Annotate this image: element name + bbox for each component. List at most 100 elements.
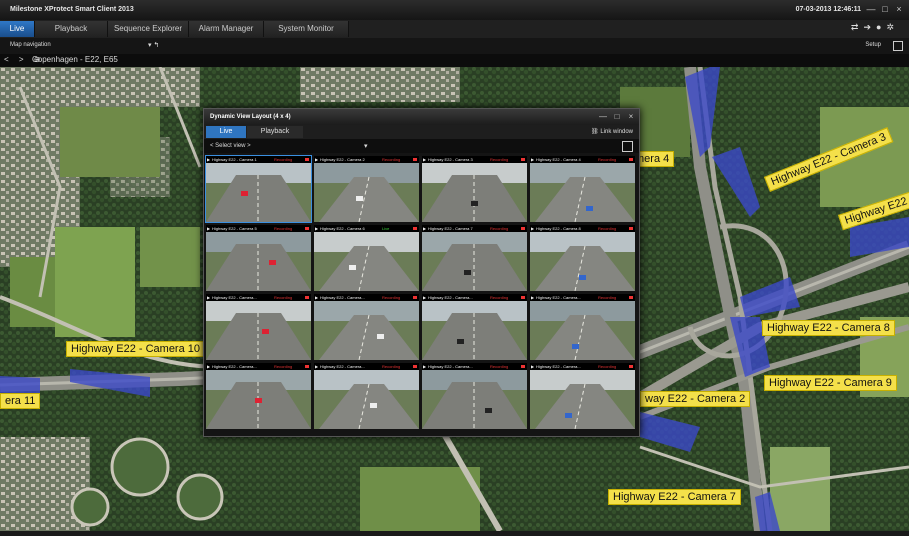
camera-status: Recording <box>490 226 509 231</box>
camera-tile[interactable]: ▶ Highway E22 - Camera 7 Recording <box>422 225 527 291</box>
camera-tile[interactable]: ▶ Highway E22 - Camera 8 Recording <box>530 225 635 291</box>
camera-feed[interactable] <box>314 301 419 360</box>
camera-tile[interactable]: ▶ Highway E22 - Camera... Recording <box>422 294 527 360</box>
tab-alarm-manager[interactable]: Alarm Manager <box>189 21 264 37</box>
camera-icon: ▶ <box>531 157 535 162</box>
camera-feed[interactable] <box>530 163 635 222</box>
recording-indicator-icon <box>521 365 525 368</box>
camera-tile[interactable]: ▶ Highway E22 - Camera... Recording <box>206 363 311 429</box>
camera-tile[interactable]: ▶ Highway E22 - Camera 1 Recording <box>205 155 312 223</box>
chevron-down-icon[interactable]: ▾ ↰ <box>148 41 159 49</box>
maximize-button[interactable]: □ <box>879 4 891 14</box>
camera-feed[interactable] <box>422 163 527 222</box>
camera-feed[interactable] <box>530 232 635 291</box>
camera-name: Highway E22 - Camera... <box>212 364 257 369</box>
dynamic-view-window[interactable]: Dynamic View Layout (4 x 4) — □ × Live P… <box>203 108 640 437</box>
tab-system-monitor[interactable]: System Monitor <box>264 21 349 37</box>
close-icon[interactable]: × <box>625 112 637 122</box>
camera-tile-header: ▶ Highway E22 - Camera... Recording <box>422 294 527 301</box>
dynamic-view-title: Dynamic View Layout (4 x 4) <box>210 114 291 120</box>
camera-name: Highway E22 - Camera... <box>212 295 257 300</box>
camera-icon: ▶ <box>207 364 211 369</box>
camera-tile[interactable]: ▶ Highway E22 - Camera 4 Recording <box>530 156 635 222</box>
collapse-icon[interactable] <box>893 41 903 51</box>
link-icon: ⛓ <box>591 129 601 135</box>
close-button[interactable]: × <box>893 4 905 14</box>
camera-feed[interactable] <box>422 232 527 291</box>
tab-dv-playback[interactable]: Playback <box>247 126 303 138</box>
camera-tile[interactable]: ▶ Highway E22 - Camera 5 Recording <box>206 225 311 291</box>
camera-tile[interactable]: ▶ Highway E22 - Camera 6 Live <box>314 225 419 291</box>
camera-status: Recording <box>598 364 617 369</box>
minimize-button[interactable]: — <box>865 4 877 14</box>
camera-feed[interactable] <box>314 232 419 291</box>
select-view-dropdown[interactable]: < Select view > ▾ <box>204 139 639 153</box>
camera-feed[interactable] <box>422 370 527 429</box>
link-window-label: Link window <box>600 129 633 135</box>
map-label-camera-10[interactable]: Highway E22 - Camera 10 <box>66 341 206 357</box>
camera-grid: ▶ Highway E22 - Camera 1 Recording ▶ Highway… <box>205 155 637 432</box>
link-window-button[interactable]: ⛓ Link window <box>591 128 633 135</box>
map-navigation-label[interactable]: Map navigation <box>10 42 51 48</box>
gear-icon[interactable]: ✲ <box>886 22 899 32</box>
tab-dv-live[interactable]: Live <box>206 126 246 138</box>
camera-name: Highway E22 - Camera 3 <box>428 157 473 162</box>
forward-icon[interactable]: ➔ <box>863 22 876 32</box>
clock: 07-03-2013 12:46:11 <box>795 6 861 13</box>
camera-feed[interactable] <box>530 301 635 360</box>
camera-feed[interactable] <box>530 370 635 429</box>
recording-indicator-icon <box>413 296 417 299</box>
camera-icon: ▶ <box>315 157 319 162</box>
map-label-camera-8[interactable]: Highway E22 - Camera 8 <box>762 320 895 336</box>
camera-tile[interactable]: ▶ Highway E22 - Camera... Recording <box>530 363 635 429</box>
camera-tile[interactable]: ▶ Highway E22 - Camera... Recording <box>422 363 527 429</box>
map-label-camera-9[interactable]: Highway E22 - Camera 9 <box>764 375 897 391</box>
breadcrumb-location[interactable]: Copenhagen - E22, E65 <box>32 55 118 64</box>
camera-icon: ▶ <box>531 364 535 369</box>
tab-playback[interactable]: Playback <box>35 21 108 37</box>
camera-tile-header: ▶ Highway E22 - Camera 6 Live <box>314 225 419 232</box>
maximize-icon[interactable]: □ <box>611 112 623 122</box>
camera-tile[interactable]: ▶ Highway E22 - Camera... Recording <box>206 294 311 360</box>
camera-feed[interactable] <box>206 163 311 222</box>
camera-name: Highway E22 - Camera 4 <box>536 157 581 162</box>
camera-status: Recording <box>382 157 401 162</box>
fullscreen-icon[interactable] <box>622 141 633 152</box>
camera-status: Recording <box>274 157 293 162</box>
camera-feed[interactable] <box>314 163 419 222</box>
camera-status: Recording <box>274 295 293 300</box>
camera-feed[interactable] <box>206 232 311 291</box>
recording-indicator-icon <box>413 227 417 230</box>
map-label-camera-11[interactable]: era 11 <box>0 393 41 409</box>
camera-feed[interactable] <box>422 301 527 360</box>
camera-tile[interactable]: ▶ Highway E22 - Camera 2 Recording <box>314 156 419 222</box>
camera-name: Highway E22 - Camera 6 <box>320 226 365 231</box>
tab-sequence-explorer[interactable]: Sequence Explorer <box>108 21 189 37</box>
camera-tile[interactable]: ▶ Highway E22 - Camera... Recording <box>530 294 635 360</box>
camera-icon: ▶ <box>315 364 319 369</box>
recording-indicator-icon <box>629 158 633 161</box>
camera-name: Highway E22 - Camera 1 <box>212 157 257 162</box>
camera-feed[interactable] <box>206 301 311 360</box>
map-label-camera-2[interactable]: way E22 - Camera 2 <box>640 391 751 407</box>
help-icon[interactable]: ● <box>876 22 886 32</box>
camera-tile[interactable]: ▶ Highway E22 - Camera... Recording <box>314 294 419 360</box>
dynamic-view-header[interactable]: Dynamic View Layout (4 x 4) — □ × <box>204 109 639 125</box>
select-view-value: < Select view > <box>210 143 251 149</box>
camera-tile[interactable]: ▶ Highway E22 - Camera 3 Recording <box>422 156 527 222</box>
dynamic-view-tabs: Live Playback ⛓ Link window <box>204 125 639 139</box>
setup-button[interactable]: Setup <box>865 42 881 48</box>
recording-indicator-icon <box>629 227 633 230</box>
camera-feed[interactable] <box>206 370 311 429</box>
camera-icon: ▶ <box>207 157 211 162</box>
camera-feed[interactable] <box>314 370 419 429</box>
recording-indicator-icon <box>413 158 417 161</box>
pin-icon[interactable]: ⇄ <box>851 22 864 32</box>
map-label-camera-7[interactable]: Highway E22 - Camera 7 <box>608 489 741 505</box>
camera-tile-header: ▶ Highway E22 - Camera 8 Recording <box>530 225 635 232</box>
camera-tile-header: ▶ Highway E22 - Camera 1 Recording <box>206 156 311 163</box>
camera-tile[interactable]: ▶ Highway E22 - Camera... Recording <box>314 363 419 429</box>
recording-indicator-icon <box>521 158 525 161</box>
minimize-icon[interactable]: — <box>597 112 609 122</box>
tab-live[interactable]: Live <box>0 21 35 37</box>
